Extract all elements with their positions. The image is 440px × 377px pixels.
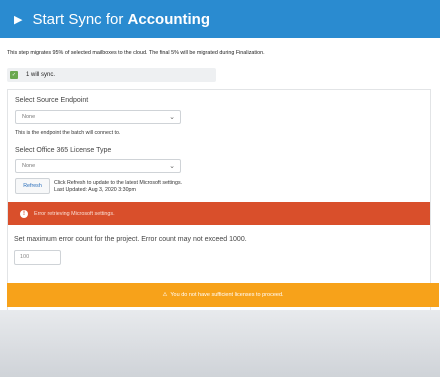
sync-status: ✓ 1 will sync. xyxy=(7,68,216,82)
title-prefix: Start Sync for xyxy=(32,10,128,28)
license-type-value: None xyxy=(22,163,36,169)
license-type-select[interactable]: None ⌄ xyxy=(15,159,181,173)
error-alert: ! Error retrieving Microsoft settings. xyxy=(8,202,430,225)
license-type-label: Select Office 365 License Type xyxy=(15,147,112,154)
source-endpoint-hint: This is the endpoint the batch will conn… xyxy=(15,130,121,136)
refresh-note-line1: Click Refresh to update to the latest Mi… xyxy=(54,180,183,186)
source-endpoint-select[interactable]: None ⌄ xyxy=(15,110,181,124)
refresh-button[interactable]: Refresh xyxy=(15,178,50,194)
refresh-note: Click Refresh to update to the latest Mi… xyxy=(54,180,182,194)
sync-count: 1 will sync. xyxy=(26,72,56,78)
error-count-label: Set maximum error count for the project.… xyxy=(14,236,247,243)
footer-area xyxy=(0,310,440,377)
check-icon: ✓ xyxy=(10,71,18,79)
page-header: ▶ Start Sync for Accounting xyxy=(0,0,440,38)
alert-circle-icon: ! xyxy=(20,209,28,218)
settings-panel: Select Source Endpoint None ⌄ This is th… xyxy=(7,89,431,311)
source-endpoint-value: None xyxy=(22,114,36,120)
error-message: Error retrieving Microsoft settings. xyxy=(34,210,115,217)
page-title: Start Sync for Accounting xyxy=(32,11,210,28)
chevron-down-icon: ⌄ xyxy=(169,114,175,121)
warning-triangle-icon: ⚠ xyxy=(162,292,168,298)
chevron-down-icon: ⌄ xyxy=(169,163,175,170)
project-name: Accounting xyxy=(127,10,211,28)
intro-text: This step migrates 95% of selected mailb… xyxy=(7,50,265,56)
error-count-input[interactable]: 100 xyxy=(14,250,61,265)
warning-message: You do not have sufficient licenses to p… xyxy=(170,292,284,298)
last-updated: Last Updated: Aug 3, 2020 3:30pm xyxy=(54,187,136,193)
play-icon: ▶ xyxy=(14,13,23,26)
license-warning-bar: ⚠ You do not have sufficient licenses to… xyxy=(7,283,439,307)
main-content: This step migrates 95% of selected mailb… xyxy=(0,38,440,311)
source-endpoint-label: Select Source Endpoint xyxy=(15,97,89,104)
